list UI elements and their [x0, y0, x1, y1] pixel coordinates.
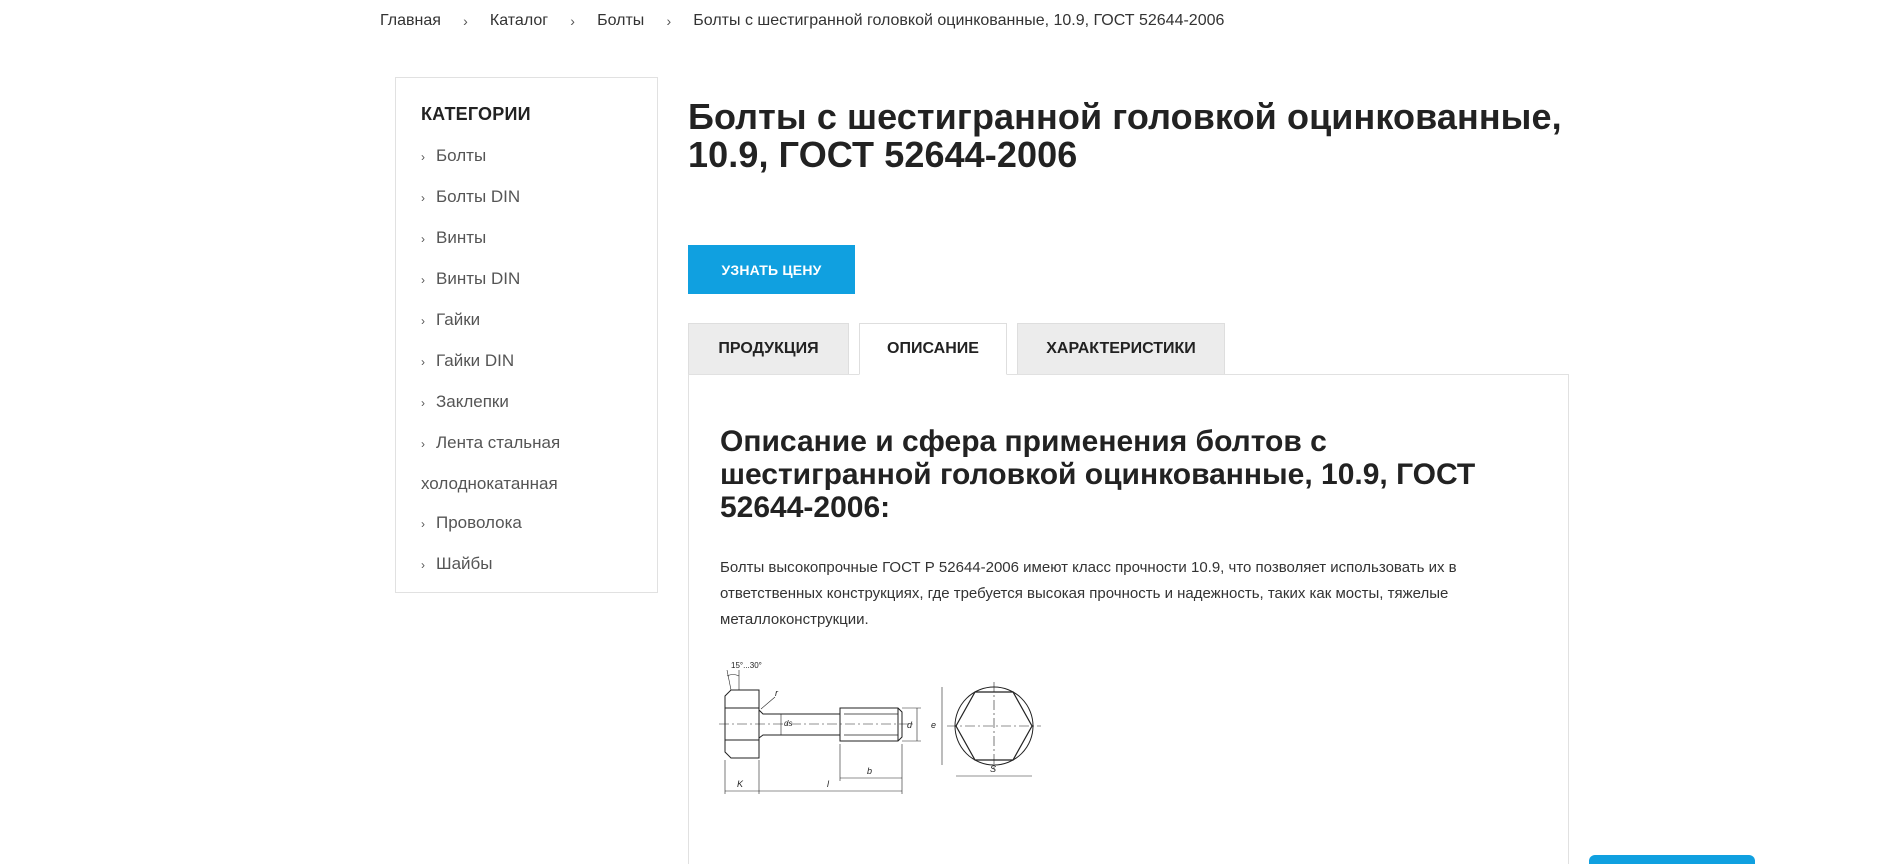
- angle-label: 15°...30°: [731, 661, 762, 670]
- bolt-technical-drawing: 15°...30° r ds d b K l e S: [719, 661, 1041, 794]
- category-item-nuts-din[interactable]: › Гайки DIN: [421, 341, 657, 382]
- breadcrumb-bolts[interactable]: Болты: [597, 12, 644, 30]
- s-label: S: [990, 764, 996, 774]
- category-label: Болты: [436, 146, 487, 165]
- chevron-right-icon: ›: [421, 437, 425, 451]
- k-label: K: [737, 779, 744, 789]
- category-item-screws[interactable]: › Винты: [421, 218, 657, 259]
- tab-specifications[interactable]: ХАРАКТЕРИСТИКИ: [1017, 323, 1225, 375]
- description-text: Болты высокопрочные ГОСТ Р 52644-2006 им…: [720, 559, 1457, 628]
- angle-line: [726, 669, 732, 691]
- chevron-right-icon: ›: [421, 314, 425, 328]
- category-label: Гайки: [436, 310, 481, 329]
- r-leader-line: [760, 696, 776, 710]
- category-label: Винты DIN: [436, 269, 521, 288]
- description-heading: Описание и сфера применения болтов с шес…: [720, 425, 1476, 524]
- category-item-rivets[interactable]: › Заклепки: [421, 382, 657, 423]
- chevron-right-icon: ›: [421, 558, 425, 572]
- tab-description[interactable]: ОПИСАНИЕ: [859, 323, 1007, 375]
- ds-label: ds: [784, 719, 792, 728]
- category-item-nuts[interactable]: › Гайки: [421, 300, 657, 341]
- chat-widget-button[interactable]: [1589, 855, 1755, 864]
- chevron-right-icon: ›: [421, 355, 425, 369]
- category-item-wire[interactable]: › Проволока: [421, 503, 657, 544]
- page-title: Болты с шестигранной головкой оцинкованн…: [688, 96, 1562, 175]
- b-label: b: [867, 766, 872, 776]
- get-price-button[interactable]: УЗНАТЬ ЦЕНУ: [688, 245, 855, 294]
- category-label-wrap: холоднокатанная: [421, 474, 558, 493]
- breadcrumb: Главная › Каталог › Болты › Болты с шест…: [380, 12, 1224, 30]
- category-label: Гайки DIN: [436, 351, 515, 370]
- breadcrumb-current: Болты с шестигранной головкой оцинкованн…: [693, 12, 1225, 29]
- breadcrumb-chevron-icon: ›: [463, 13, 468, 29]
- breadcrumb-home[interactable]: Главная: [380, 12, 441, 30]
- chevron-right-icon: ›: [421, 517, 425, 531]
- category-item-steel-strip[interactable]: › Лента стальная холоднокатанная: [421, 423, 657, 503]
- chevron-right-icon: ›: [421, 273, 425, 287]
- category-label: Проволока: [436, 513, 522, 532]
- category-label: Заклепки: [436, 392, 509, 411]
- category-label: Болты DIN: [436, 187, 521, 206]
- chevron-right-icon: ›: [421, 232, 425, 246]
- l-label: l: [827, 779, 830, 789]
- category-label: Лента стальная: [436, 433, 561, 452]
- bolt-shank-outline: [758, 707, 903, 742]
- e-label: e: [931, 720, 936, 730]
- tab-products[interactable]: ПРОДУКЦИЯ: [688, 323, 849, 375]
- chevron-right-icon: ›: [421, 396, 425, 410]
- d-label: d: [907, 720, 913, 730]
- category-label: Винты: [436, 228, 487, 247]
- angle-arc: [726, 674, 740, 677]
- r-label: r: [775, 688, 779, 698]
- category-item-bolts[interactable]: › Болты: [421, 136, 657, 177]
- category-item-washers[interactable]: › Шайбы: [421, 544, 657, 585]
- chevron-right-icon: ›: [421, 150, 425, 164]
- breadcrumb-catalog[interactable]: Каталог: [490, 12, 548, 30]
- breadcrumb-chevron-icon: ›: [666, 13, 672, 29]
- chevron-right-icon: ›: [421, 191, 425, 205]
- description-panel: Описание и сфера применения болтов с шес…: [688, 374, 1569, 864]
- breadcrumb-chevron-icon: ›: [570, 13, 575, 29]
- category-list: › Болты › Болты DIN › Винты › Винты DIN › Гай…: [421, 136, 657, 585]
- categories-sidebar: КАТЕГОРИИ › Болты › Болты DIN › Винты › Винт…: [395, 77, 658, 593]
- category-label: Шайбы: [436, 554, 493, 573]
- category-item-bolts-din[interactable]: › Болты DIN: [421, 177, 657, 218]
- product-tabs: ПРОДУКЦИЯ ОПИСАНИЕ ХАРАКТЕРИСТИКИ: [688, 323, 1225, 375]
- category-item-screws-din[interactable]: › Винты DIN: [421, 259, 657, 300]
- sidebar-title: КАТЕГОРИИ: [421, 104, 531, 124]
